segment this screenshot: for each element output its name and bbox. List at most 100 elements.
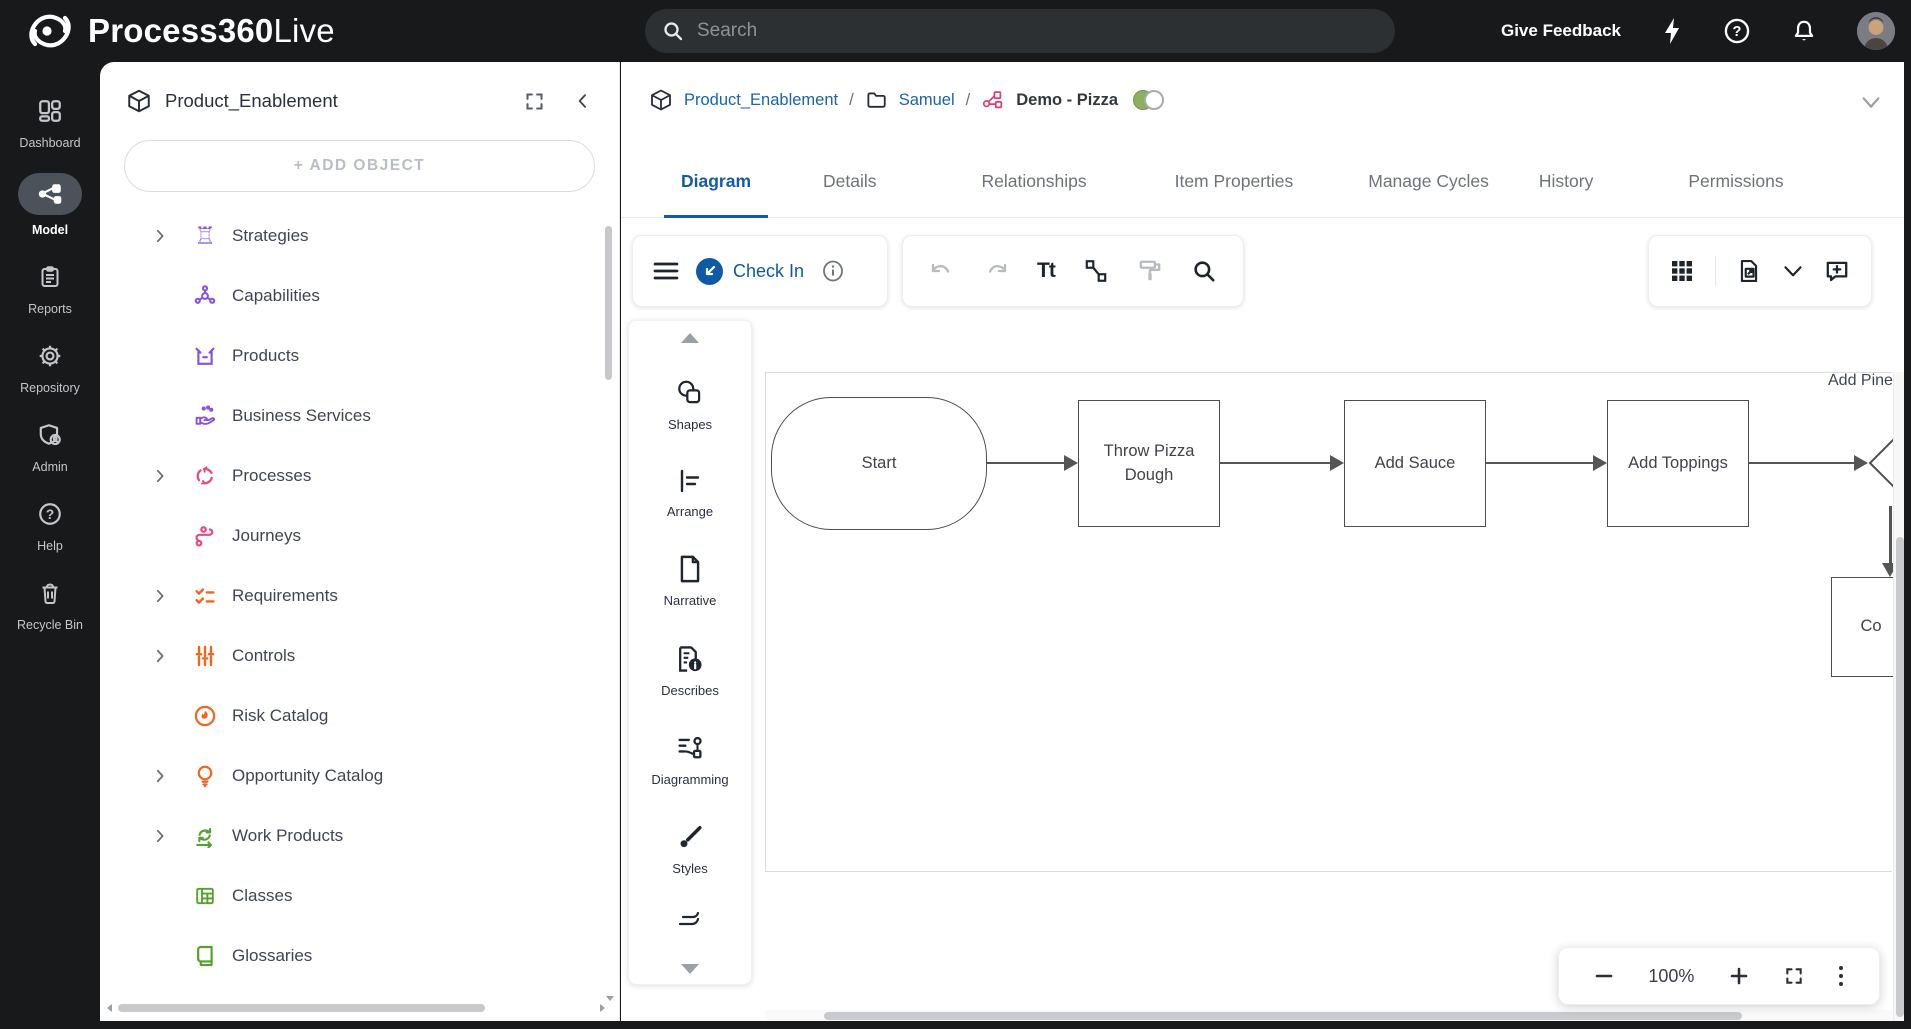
tree-item-journeys[interactable]: Journeys — [100, 506, 619, 566]
hamburger-menu-icon[interactable] — [653, 261, 679, 281]
tree-item-controls[interactable]: Controls — [100, 626, 619, 686]
app-logo[interactable]: Process360Live — [0, 10, 335, 52]
diagram-search-icon[interactable] — [1191, 258, 1217, 284]
nav-reports[interactable]: Reports — [0, 250, 100, 329]
arrowhead-icon — [1330, 455, 1344, 471]
info-icon[interactable] — [821, 259, 845, 283]
user-avatar[interactable] — [1857, 12, 1895, 50]
recycle-bin-icon — [25, 576, 75, 610]
view-options-card — [1648, 235, 1872, 307]
canvas-horizontal-scrollbar[interactable] — [765, 1010, 1893, 1021]
palette-diagramming[interactable]: Diagramming — [651, 733, 728, 787]
classes-table-icon — [192, 883, 218, 909]
tree-vertical-scrollbar[interactable] — [605, 226, 612, 380]
chevron-right-icon[interactable] — [148, 764, 172, 788]
connector-start-to-dough[interactable] — [987, 462, 1065, 465]
grid-view-icon[interactable] — [1670, 259, 1694, 283]
tree-item-business-services[interactable]: Business Services — [100, 386, 619, 446]
tab-item-properties[interactable]: Item Properties — [1175, 145, 1294, 218]
palette-more-partial[interactable] — [675, 911, 705, 929]
add-object-button[interactable]: + ADD OBJECT — [124, 140, 595, 192]
text-format-button[interactable]: Tt — [1037, 259, 1055, 283]
tree-item-capabilities[interactable]: Capabilities — [100, 266, 619, 326]
nav-repository[interactable]: Repository — [0, 329, 100, 408]
zoom-in-icon[interactable] — [1730, 967, 1748, 985]
tab-details[interactable]: Details — [823, 145, 877, 218]
palette-arrange[interactable]: Arrange — [667, 467, 713, 519]
export-document-icon[interactable] — [1736, 258, 1762, 284]
give-feedback-button[interactable]: Give Feedback — [1501, 21, 1621, 41]
chevron-right-icon[interactable] — [148, 824, 172, 848]
zoom-out-icon[interactable] — [1595, 967, 1613, 985]
chevron-right-icon[interactable] — [148, 224, 172, 248]
tree-item-processes[interactable]: Processes — [100, 446, 619, 506]
node-add-sauce[interactable]: Add Sauce — [1344, 400, 1486, 527]
tree-item-strategies[interactable]: ♖ Strategies — [100, 206, 619, 266]
palette-scroll-down-icon[interactable] — [681, 964, 699, 974]
chevron-right-icon[interactable] — [148, 464, 172, 488]
scroll-left-arrow-icon[interactable] — [107, 1004, 112, 1012]
expand-fullscreen-icon[interactable] — [524, 91, 545, 112]
connector-tool-icon[interactable] — [1083, 258, 1109, 284]
scroll-down-arrow-icon[interactable] — [606, 996, 614, 1001]
tree-item-work-products[interactable]: Work Products — [100, 806, 619, 866]
tree-item-opportunity-catalog[interactable]: Opportunity Catalog — [100, 746, 619, 806]
tree-item-classes[interactable]: Classes — [100, 866, 619, 926]
nav-admin[interactable]: Admin — [0, 408, 100, 487]
breadcrumb-repo-link[interactable]: Product_Enablement — [684, 91, 838, 110]
connector-sauce-to-toppings[interactable] — [1486, 462, 1594, 465]
tab-permissions[interactable]: Permissions — [1688, 145, 1783, 218]
nav-recycle-bin[interactable]: Recycle Bin — [0, 566, 100, 645]
help-circle-icon[interactable]: ? — [1723, 17, 1751, 45]
tab-manage-cycles[interactable]: Manage Cycles — [1368, 145, 1489, 218]
breadcrumb-expand-chevron-down-icon[interactable] — [1860, 96, 1882, 110]
lightning-icon[interactable] — [1661, 17, 1683, 45]
nav-model[interactable]: Model — [0, 163, 100, 250]
nav-help[interactable]: ? Help — [0, 487, 100, 566]
styles-brush-icon — [675, 822, 705, 852]
fit-to-screen-icon[interactable] — [1784, 966, 1804, 986]
node-add-toppings[interactable]: Add Toppings — [1607, 400, 1749, 527]
scrollbar-thumb[interactable] — [1896, 537, 1904, 1017]
palette-shapes[interactable]: Shapes — [668, 378, 712, 432]
tree-horizontal-scrollbar[interactable] — [118, 1004, 485, 1012]
connector-decision-to-cook[interactable] — [1889, 506, 1892, 564]
more-options-kebab-icon[interactable] — [1839, 966, 1843, 986]
chevron-right-icon[interactable] — [148, 644, 172, 668]
tab-history[interactable]: History — [1539, 145, 1593, 218]
node-throw-pizza-dough[interactable]: Throw Pizza Dough — [1078, 400, 1220, 527]
canvas-vertical-scrollbar[interactable] — [1893, 372, 1904, 1021]
chevron-down-icon[interactable] — [1783, 265, 1803, 278]
tree-item-products[interactable]: Products — [100, 326, 619, 386]
tree-item-glossaries[interactable]: Glossaries — [100, 926, 619, 986]
global-search[interactable] — [645, 9, 1395, 53]
diagram-canvas[interactable]: Start Throw Pizza Dough Add Sauce Add To… — [765, 372, 1893, 1021]
node-cook[interactable]: Co — [1831, 577, 1893, 677]
collapse-panel-chevron-left-icon[interactable] — [573, 91, 593, 111]
connector-dough-to-sauce[interactable] — [1220, 462, 1331, 465]
format-painter-icon[interactable] — [1137, 258, 1163, 284]
palette-narrative[interactable]: Narrative — [664, 554, 717, 608]
connector-toppings-to-decision[interactable] — [1749, 462, 1855, 465]
palette-describes[interactable]: Describes — [661, 644, 719, 698]
tree-panel-header: Product_Enablement — [100, 62, 619, 114]
undo-icon[interactable] — [929, 260, 955, 282]
search-input[interactable] — [697, 20, 1379, 42]
palette-scroll-up-icon[interactable] — [681, 333, 699, 343]
chevron-right-icon[interactable] — [148, 584, 172, 608]
breadcrumb-folder-link[interactable]: Samuel — [899, 91, 955, 110]
tree-item-requirements[interactable]: Requirements — [100, 566, 619, 626]
tab-relationships[interactable]: Relationships — [982, 145, 1087, 218]
arrowhead-icon — [1593, 455, 1607, 471]
palette-styles[interactable]: Styles — [672, 822, 707, 876]
check-in-button[interactable]: Check In — [696, 258, 804, 285]
add-comment-icon[interactable] — [1824, 258, 1850, 284]
tab-diagram[interactable]: Diagram — [681, 145, 751, 218]
scroll-right-arrow-icon[interactable] — [600, 1004, 605, 1012]
scrollbar-thumb[interactable] — [824, 1012, 1742, 1020]
redo-icon[interactable] — [983, 260, 1009, 282]
tree-item-risk-catalog[interactable]: Risk Catalog — [100, 686, 619, 746]
notifications-bell-icon[interactable] — [1791, 17, 1817, 45]
node-start[interactable]: Start — [771, 397, 987, 530]
nav-dashboard[interactable]: Dashboard — [0, 84, 100, 163]
